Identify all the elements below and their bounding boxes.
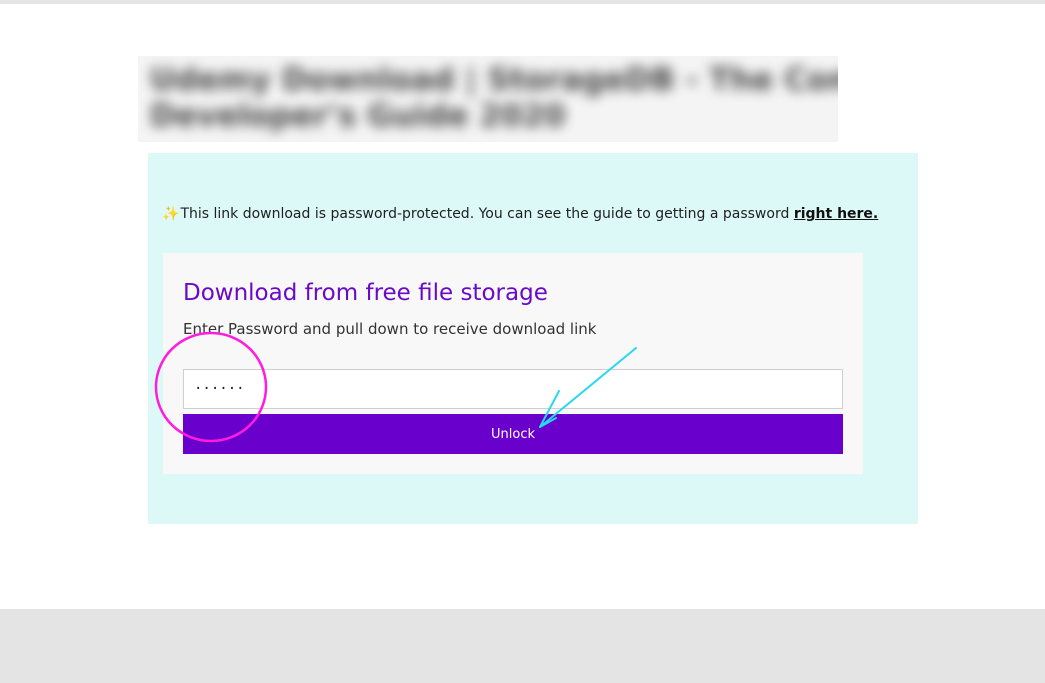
- password-notice-panel: ✨This link download is password-protecte…: [148, 153, 918, 524]
- sparkle-icon: ✨: [162, 206, 180, 222]
- notice-text: This link download is password-protected…: [180, 206, 794, 222]
- card-title: Download from free file storage: [183, 280, 548, 306]
- download-card: Download from free file storage Enter Pa…: [163, 253, 863, 474]
- password-guide-link[interactable]: right here.: [794, 206, 878, 222]
- top-strip: [0, 0, 1045, 4]
- password-input[interactable]: ······: [183, 369, 843, 409]
- footer-band: [0, 609, 1045, 683]
- unlock-button[interactable]: Unlock: [183, 414, 843, 454]
- card-subtitle: Enter Password and pull down to receive …: [183, 320, 597, 338]
- notice-line: ✨This link download is password-protecte…: [162, 206, 878, 222]
- blurred-page-title: Udemy Download | StorageDB - The Complet…: [138, 56, 838, 142]
- blurred-title-line-1: Udemy Download | StorageDB - The Complet…: [150, 62, 838, 98]
- blurred-title-line-2: Developer's Guide 2020: [150, 98, 566, 134]
